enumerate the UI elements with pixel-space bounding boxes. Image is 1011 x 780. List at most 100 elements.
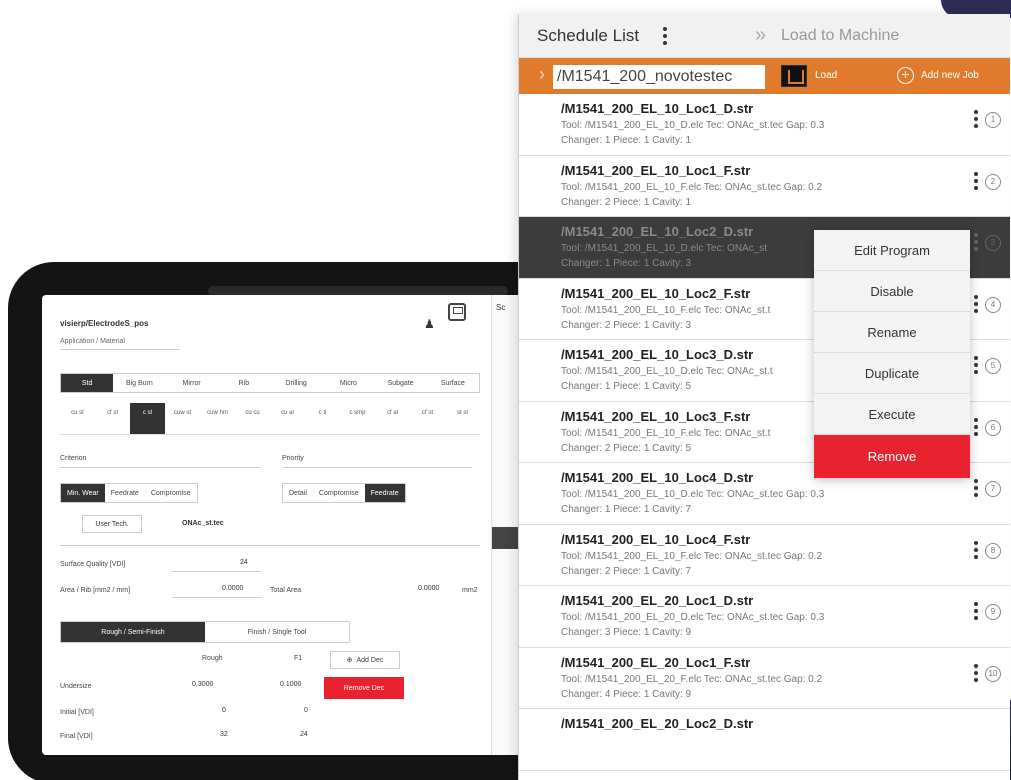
initial-f1[interactable]: 0 — [304, 707, 308, 714]
user-tech-button[interactable]: User Tech. — [82, 515, 142, 533]
tab-rough-semi-finish[interactable]: Rough / Semi-Finish — [61, 622, 205, 642]
load-button-label[interactable]: Load — [815, 70, 837, 81]
tab-mirror[interactable]: Mirror — [166, 374, 218, 392]
program-tool-info: Tool: /M1541_200_EL_10_F.elc Tec: ONAc_s… — [561, 304, 771, 316]
priority-detail[interactable]: Detail — [283, 484, 313, 502]
program-tool-info: Tool: /M1541_200_EL_10_D.elc Tec: ONAc_s… — [561, 366, 773, 377]
tab-subgate[interactable]: Subgate — [375, 374, 427, 392]
tab-micro[interactable]: Micro — [322, 374, 374, 392]
more-options-icon[interactable] — [663, 27, 667, 45]
row-number-badge: 2 — [985, 173, 1001, 190]
material-option[interactable]: st st — [445, 403, 480, 434]
strip-label: Sc — [496, 303, 506, 312]
criterion-feedrate[interactable]: Feedrate — [105, 484, 145, 502]
area-value[interactable]: 0.0000 — [222, 585, 243, 592]
criterion-label: Criterion — [60, 455, 87, 462]
rough-finish-tabs: Rough / Semi-Finish Finish / Single Tool — [60, 621, 350, 643]
tab-big-burn[interactable]: Big Burn — [113, 374, 165, 392]
priority-compromise[interactable]: Compromise — [313, 484, 365, 502]
tab-surface[interactable]: Surface — [427, 374, 479, 392]
initial-rough[interactable]: 0 — [222, 707, 226, 714]
row-number-badge: 8 — [985, 542, 1001, 559]
criterion-compromise[interactable]: Compromise — [145, 484, 197, 502]
row-menu-icon[interactable] — [974, 233, 978, 251]
save-icon[interactable] — [448, 303, 466, 321]
row-number-badge: 6 — [985, 419, 1001, 436]
program-name: /M1541_200_EL_10_Loc3_F.str — [561, 408, 751, 424]
undersize-f1[interactable]: 0.1000 — [280, 681, 301, 688]
criterion-selector: Min. Wear Feedrate Compromise — [60, 483, 198, 503]
plus-circle-icon[interactable]: + — [897, 67, 914, 84]
tab-rib[interactable]: Rib — [218, 374, 270, 392]
schedule-row[interactable]: /M1541_200_EL_20_Loc2_D.str — [519, 709, 1010, 771]
material-option[interactable]: c st — [130, 403, 165, 434]
user-icon[interactable]: ♟ — [424, 317, 435, 331]
load-icon[interactable] — [781, 65, 807, 87]
initial-vdi-label: Initial [VDI] — [60, 709, 94, 716]
row-menu-icon[interactable] — [974, 356, 978, 374]
add-new-job-button[interactable]: Add new Job — [921, 70, 979, 81]
schedule-row[interactable]: /M1541_200_EL_20_Loc1_D.str Tool: /M1541… — [519, 586, 1010, 648]
program-changer-info: Changer: 2 Piece: 1 Cavity: 1 — [561, 196, 692, 208]
menu-item-duplicate[interactable]: Duplicate — [814, 353, 970, 394]
material-option[interactable]: cuw st — [165, 403, 200, 434]
schedule-row[interactable]: /M1541_200_EL_10_Loc4_F.str Tool: /M1541… — [519, 524, 1010, 586]
surface-quality-value[interactable]: 24 — [240, 559, 248, 566]
row-menu-icon[interactable] — [974, 663, 978, 682]
final-vdi-label: Final [VDI] — [60, 733, 93, 740]
menu-item-edit-program[interactable]: Edit Program — [814, 230, 970, 271]
row-menu-icon[interactable] — [974, 602, 978, 620]
total-area-label: Total Area — [270, 587, 302, 594]
material-option[interactable]: cu al — [270, 403, 305, 434]
schedule-row[interactable]: /M1541_200_EL_10_Loc1_F.str Tool: /M1541… — [519, 155, 1010, 217]
tab-finish-single-tool[interactable]: Finish / Single Tool — [205, 622, 349, 642]
material-option[interactable]: c ti — [305, 403, 340, 434]
material-option[interactable]: cuw hm — [200, 403, 235, 434]
final-f1[interactable]: 24 — [300, 731, 308, 738]
material-option[interactable]: cf al — [375, 403, 410, 434]
tab-std[interactable]: Std — [61, 374, 114, 392]
menu-item-remove[interactable]: Remove — [814, 435, 970, 478]
undersize-rough[interactable]: 0.3000 — [192, 681, 213, 688]
row-menu-icon[interactable] — [974, 294, 978, 313]
input-underline — [172, 571, 262, 572]
row-menu-icon[interactable] — [974, 171, 978, 190]
material-option[interactable]: cu st — [60, 403, 95, 434]
program-changer-info: Changer: 1 Piece: 1 Cavity: 3 — [561, 258, 692, 269]
menu-item-disable[interactable]: Disable — [814, 271, 970, 312]
row-menu-icon[interactable] — [974, 540, 978, 559]
area-label: Area / Rib [mm2 / mm] — [60, 587, 131, 594]
row-menu-icon[interactable] — [974, 417, 978, 436]
program-tool-info: Tool: /M1541_200_EL_10_F.elc Tec: ONAc_s… — [561, 181, 823, 193]
remove-dec-button[interactable]: Remove Dec — [324, 677, 404, 699]
priority-feedrate[interactable]: Feedrate — [364, 484, 405, 502]
surface-quality-label: Surface Quality [VDI] — [60, 561, 126, 568]
add-dec-button[interactable]: ⊕ Add Dec — [330, 651, 400, 669]
priority-selector: Detail Compromise Feedrate — [282, 483, 406, 503]
material-option[interactable]: cu cu — [235, 403, 270, 434]
application-material-field[interactable]: Application / Material — [60, 338, 180, 350]
row-number-badge: 1 — [985, 112, 1001, 128]
material-option[interactable]: c smp — [340, 403, 375, 434]
material-option[interactable]: cf st — [410, 403, 445, 434]
schedule-row[interactable]: /M1541_200_EL_20_Loc1_F.str Tool: /M1541… — [519, 647, 1010, 709]
job-bar: › /M1541_200_novotestec Load + Add new J… — [519, 58, 1010, 94]
program-changer-info: Changer: 1 Piece: 1 Cavity: 1 — [561, 135, 692, 146]
chevron-right-icon[interactable]: › — [539, 64, 545, 85]
final-rough[interactable]: 32 — [220, 731, 228, 738]
menu-item-execute[interactable]: Execute — [814, 394, 970, 435]
program-name: /M1541_200_EL_10_Loc2_F.str — [561, 285, 751, 301]
row-menu-icon[interactable] — [974, 479, 978, 497]
load-to-machine-button[interactable]: Load to Machine — [781, 27, 899, 45]
criterion-min-wear[interactable]: Min. Wear — [61, 484, 105, 502]
program-tool-info: Tool: /M1541_200_EL_10_D.elc Tec: ONAc_s… — [561, 120, 825, 131]
row-context-menu: Edit Program Disable Rename Duplicate Ex… — [814, 230, 970, 478]
row-number-badge: 7 — [985, 481, 1001, 497]
row-menu-icon[interactable] — [974, 110, 978, 128]
menu-item-rename[interactable]: Rename — [814, 312, 970, 353]
schedule-row[interactable]: /M1541_200_EL_10_Loc1_D.str Tool: /M1541… — [519, 94, 1010, 156]
material-option[interactable]: cf st — [95, 403, 130, 434]
tab-drilling[interactable]: Drilling — [270, 374, 322, 392]
job-path-field[interactable]: /M1541_200_novotestec — [553, 65, 765, 89]
priority-label: Priority — [282, 455, 304, 462]
